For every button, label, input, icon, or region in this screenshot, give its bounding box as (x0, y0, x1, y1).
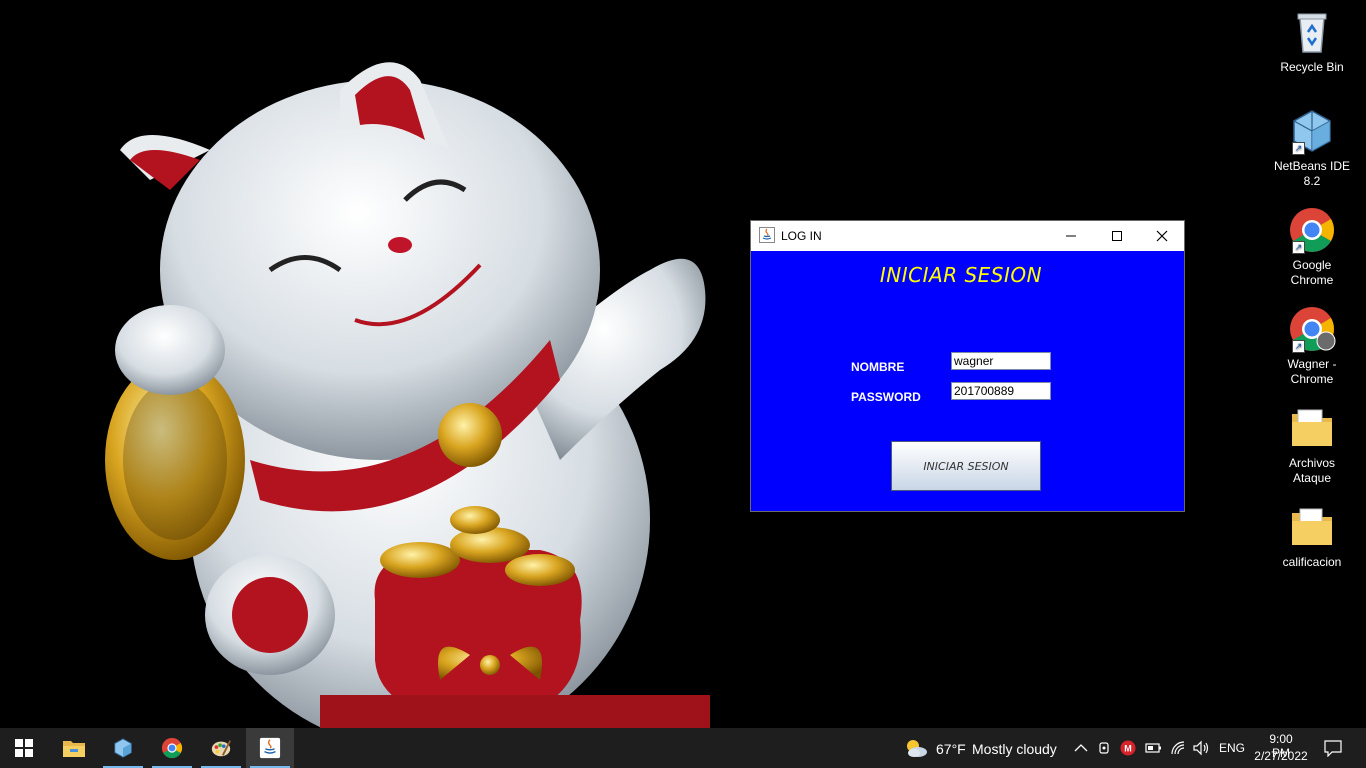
login-window: LOG IN INICIAR SESION NOMBRE PASSWORD IN… (750, 220, 1185, 512)
window-title: LOG IN (781, 229, 822, 243)
java-icon (259, 737, 281, 759)
shortcut-arrow-icon: ↗ (1292, 142, 1305, 155)
notification-center-icon[interactable] (1324, 739, 1342, 757)
weather-temp[interactable]: 67°F (936, 741, 966, 757)
desktop-icon-label: NetBeans IDE 8.2 (1273, 159, 1351, 188)
java-app-icon (759, 227, 775, 243)
window-titlebar[interactable]: LOG IN (751, 221, 1184, 251)
desktop-icon-google-chrome[interactable]: ↗ Google Chrome (1272, 206, 1352, 288)
volume-icon[interactable] (1192, 740, 1210, 756)
weather-cloudy-icon[interactable] (903, 737, 929, 759)
nombre-label: NOMBRE (851, 360, 905, 374)
login-heading: INICIAR SESION (879, 263, 1043, 287)
chevron-up-icon[interactable] (1074, 742, 1088, 754)
desktop-icon-label: calificacion (1282, 555, 1342, 569)
svg-text:M: M (1124, 744, 1132, 754)
desktop-icon-label: Archivos Ataque (1288, 456, 1335, 485)
antivirus-icon[interactable]: M (1120, 740, 1136, 756)
weather-text[interactable]: Mostly cloudy (972, 741, 1057, 757)
taskbar-netbeans[interactable] (99, 728, 147, 768)
desktop-icon-label: Google Chrome (1290, 258, 1334, 287)
login-panel: INICIAR SESION NOMBRE PASSWORD INICIAR S… (751, 251, 1184, 511)
taskbar-paint[interactable] (197, 728, 245, 768)
windows-logo-icon (15, 739, 33, 757)
clock-date[interactable]: 2/27/2022 (1252, 749, 1310, 763)
password-input[interactable] (951, 382, 1051, 400)
minimize-icon (1066, 235, 1076, 237)
desktop-icon-label: Wagner - Chrome (1287, 357, 1337, 386)
file-explorer-icon (63, 741, 85, 757)
taskbar-chrome[interactable] (148, 728, 196, 768)
password-label: PASSWORD (851, 390, 921, 404)
nombre-input[interactable] (951, 352, 1051, 370)
desktop-icon-calificacion[interactable]: calificacion (1272, 503, 1352, 570)
desktop-icon-netbeans[interactable]: ↗ NetBeans IDE 8.2 (1272, 107, 1352, 189)
chrome-profile-icon: ↗ (1288, 305, 1336, 353)
close-button[interactable] (1139, 221, 1185, 251)
taskbar-file-explorer[interactable] (50, 728, 98, 768)
maximize-icon (1112, 231, 1122, 241)
minimize-button[interactable] (1048, 221, 1094, 251)
folder-icon (1288, 404, 1336, 452)
maximize-button[interactable] (1094, 221, 1140, 251)
taskbar: 67°F Mostly cloudy M ENG 9:00 PM 2/27/20… (0, 728, 1366, 768)
netbeans-icon: ↗ (1288, 107, 1336, 155)
language-indicator[interactable]: ENG (1219, 741, 1245, 755)
desktop-icon-archivos-ataque[interactable]: Archivos Ataque (1272, 404, 1352, 486)
paint-palette-icon (211, 740, 231, 757)
taskbar-java-app[interactable] (246, 728, 294, 768)
chrome-icon: ↗ (1288, 206, 1336, 254)
folder-icon (1288, 503, 1336, 551)
wifi-icon[interactable] (1170, 740, 1186, 756)
meet-now-icon[interactable] (1098, 740, 1112, 756)
wallpaper-lucky-cat-image (105, 62, 710, 728)
start-button[interactable] (0, 728, 48, 768)
desktop-icon-label: Recycle Bin (1280, 60, 1344, 74)
desktop: Recycle Bin ↗ NetBeans IDE 8.2 ↗ Google … (0, 0, 1366, 728)
shortcut-arrow-icon: ↗ (1292, 340, 1305, 353)
close-icon (1156, 230, 1168, 242)
battery-icon[interactable] (1145, 742, 1163, 754)
chrome-icon (161, 737, 183, 759)
netbeans-icon (114, 738, 132, 758)
desktop-icon-recycle-bin[interactable]: Recycle Bin (1272, 8, 1352, 75)
recycle-bin-icon (1288, 8, 1336, 56)
shortcut-arrow-icon: ↗ (1292, 241, 1305, 254)
iniciar-sesion-button[interactable]: INICIAR SESION (891, 441, 1041, 491)
desktop-icon-wagner-chrome[interactable]: ↗ Wagner - Chrome (1272, 305, 1352, 387)
